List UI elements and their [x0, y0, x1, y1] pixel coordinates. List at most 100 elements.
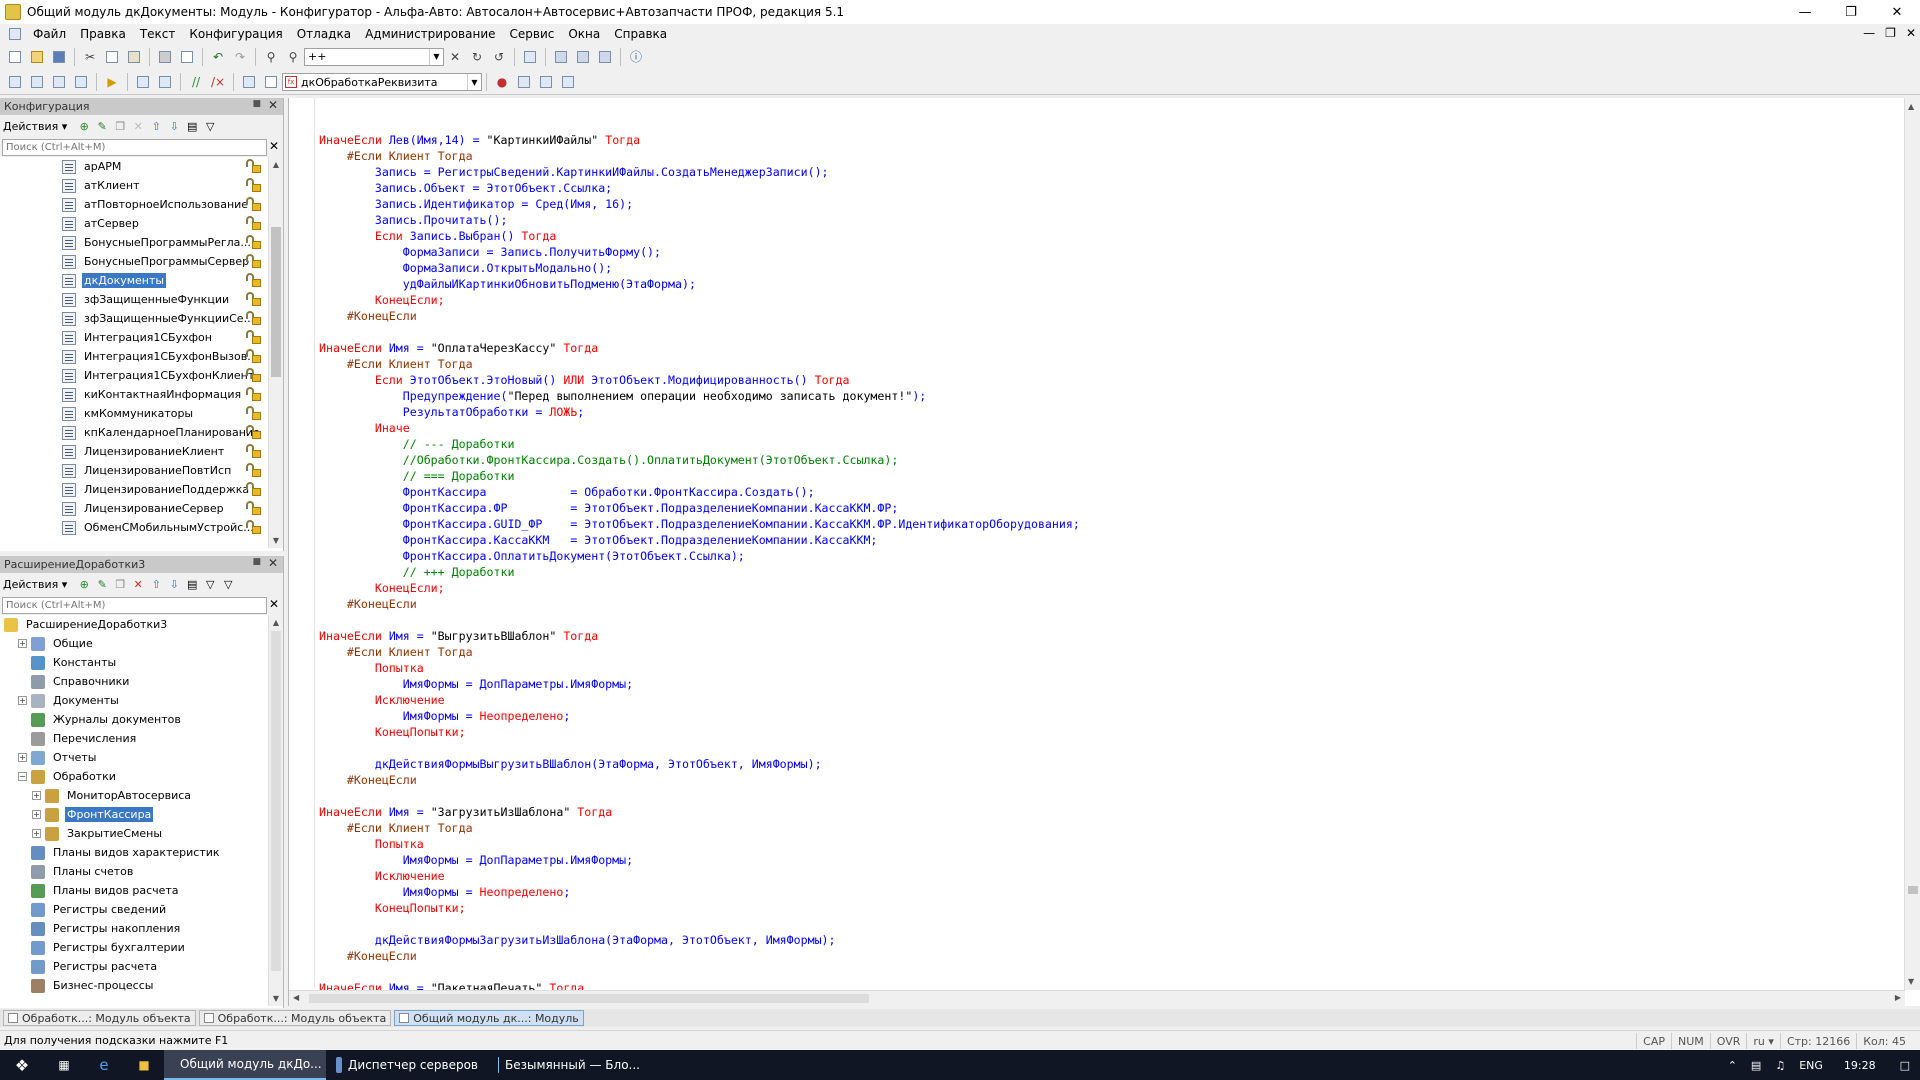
code-line[interactable]: ИначеЕсли Лев(Имя,14) = "КартинкиИФайлы"… — [319, 132, 1080, 148]
add-icon[interactable]: ⊕ — [77, 577, 91, 591]
outdent-icon[interactable] — [156, 73, 174, 91]
code-line[interactable]: #КонецЕсли — [319, 948, 1080, 964]
module-tool4-icon[interactable] — [72, 73, 90, 91]
code-line[interactable]: ИначеЕсли Имя = "ВыгрузитьВШаблон" Тогда — [319, 628, 1080, 644]
scroll-down-icon[interactable]: ▼ — [269, 533, 283, 548]
code-line[interactable]: ИмяФормы = ДопПараметры.ИмяФормы; — [319, 852, 1080, 868]
start-button[interactable]: ❖ — [0, 1050, 44, 1080]
format-icon[interactable] — [240, 73, 258, 91]
cut-icon[interactable]: ✂ — [81, 48, 99, 66]
menu-item[interactable]: Конфигурация — [182, 27, 289, 41]
tree-item[interactable]: БонусныеПрограммыСервер — [0, 252, 283, 271]
save-icon[interactable] — [50, 48, 68, 66]
code-line[interactable]: Исключение — [319, 692, 1080, 708]
code-line[interactable]: ИмяФормы = ДопПараметры.ИмяФормы; — [319, 676, 1080, 692]
tree-item[interactable]: Планы счетов — [0, 862, 283, 881]
edit-icon[interactable]: ✎ — [95, 577, 109, 591]
menu-item[interactable]: Окна — [561, 27, 607, 41]
tree-item[interactable]: ЛицензированиеПовтИсп — [0, 461, 283, 480]
tool2-icon[interactable] — [574, 48, 592, 66]
module-tool1-icon[interactable] — [6, 73, 24, 91]
explorer-button[interactable]: ■ — [124, 1050, 164, 1080]
document-tab[interactable]: Общий модуль дк...: Модуль — [394, 1010, 584, 1026]
move-up-icon[interactable]: ⇧ — [149, 119, 163, 133]
delete-icon[interactable]: ✕ — [131, 119, 145, 133]
tree-item[interactable]: атКлиент — [0, 176, 283, 195]
add-icon[interactable]: ⊕ — [77, 119, 91, 133]
tree-item[interactable]: + Отчеты — [0, 748, 283, 767]
chevron-down-icon[interactable]: ▼ — [467, 74, 481, 90]
editor-gutter[interactable] — [289, 98, 315, 988]
code-line[interactable]: ИначеЕсли Имя = "ЗагрузитьИзШаблона" Тог… — [319, 804, 1080, 820]
expand-icon[interactable]: + — [18, 696, 27, 705]
code-line[interactable]: //Обработки.ФронтКассира.Создать().Оплат… — [319, 452, 1080, 468]
tool3-icon[interactable] — [596, 48, 614, 66]
tree-item[interactable]: БонусныеПрограммыРегла... — [0, 233, 283, 252]
code-line[interactable] — [319, 740, 1080, 756]
help-icon[interactable]: ⓘ — [627, 48, 645, 66]
new-icon[interactable] — [6, 48, 24, 66]
procedure-combo[interactable]: fx дкОбработкаРеквизита ▼ — [282, 73, 482, 91]
code-line[interactable]: #Если Клиент Тогда — [319, 820, 1080, 836]
code-line[interactable]: Если ЭтотОбъект.ЭтоНовый() ИЛИ ЭтотОбъек… — [319, 372, 1080, 388]
tree-item[interactable]: Планы видов расчета — [0, 881, 283, 900]
code-line[interactable]: Предупреждение("Перед выполнением операц… — [319, 388, 1080, 404]
tree-item[interactable]: ЛицензированиеПоддержка — [0, 480, 283, 499]
copy-icon[interactable]: ❐ — [113, 119, 127, 133]
scroll-thumb[interactable] — [271, 631, 281, 971]
search-icon[interactable]: ⚲ — [284, 48, 302, 66]
maximize-button[interactable]: ❐ — [1828, 0, 1874, 24]
tree-item[interactable]: + Документы — [0, 691, 283, 710]
scroll-up-icon[interactable]: ▲ — [1908, 102, 1914, 111]
find-next-icon[interactable]: ↻ — [468, 48, 486, 66]
tray-clock[interactable]: 19:28 — [1830, 1059, 1890, 1072]
document-tab[interactable]: Обработк...: Модуль объекта — [3, 1010, 196, 1026]
code-line[interactable]: Запись.Идентификатор = Сред(Имя, 16); — [319, 196, 1080, 212]
tree-item[interactable]: Планы видов характеристик — [0, 843, 283, 862]
tree-item[interactable]: ЛицензированиеКлиент — [0, 442, 283, 461]
search-combo[interactable]: ++ ▼ — [304, 47, 444, 66]
print-icon[interactable] — [156, 48, 174, 66]
menu-item[interactable]: Правка — [73, 27, 133, 41]
code-line[interactable]: #КонецЕсли — [319, 308, 1080, 324]
delete-icon[interactable]: ✕ — [131, 577, 145, 591]
tree-item[interactable]: атПовторноеИспользование — [0, 195, 283, 214]
tree-item[interactable]: киКонтактнаяИнформация — [0, 385, 283, 404]
expand-icon[interactable]: + — [32, 791, 41, 800]
taskbar-app[interactable]: Диспетчер серверов — [326, 1050, 488, 1080]
windows-icon[interactable] — [521, 48, 539, 66]
language-indicator[interactable]: ru ▾ — [1746, 1033, 1780, 1049]
scroll-up-icon[interactable]: ▲ — [269, 615, 283, 630]
tree-item[interactable]: Константы — [0, 653, 283, 672]
tree-item[interactable]: Регистры расчета — [0, 957, 283, 976]
chevron-down-icon[interactable]: ▼ — [429, 48, 443, 65]
filter-icon[interactable]: ▽ — [203, 119, 217, 133]
code-line[interactable]: // --- Доработки — [319, 436, 1080, 452]
tree-item[interactable]: кмКоммуникаторы — [0, 404, 283, 423]
move-down-icon[interactable]: ⇩ — [167, 119, 181, 133]
code-line[interactable] — [319, 788, 1080, 804]
expand-icon[interactable]: + — [18, 753, 27, 762]
tree-item[interactable]: + ЗакрытиеСмены — [0, 824, 283, 843]
tree-item[interactable]: зфЗащищенныеФункции — [0, 290, 283, 309]
paste-icon[interactable] — [125, 48, 143, 66]
network-icon[interactable]: ▤ — [1744, 1059, 1768, 1072]
scroll-thumb[interactable] — [1908, 886, 1918, 894]
configuration-scrollbar[interactable]: ▲ ▼ — [268, 157, 283, 548]
edit-icon[interactable]: ✎ — [95, 119, 109, 133]
run-icon[interactable]: ▶ — [103, 73, 121, 91]
configuration-search-input[interactable] — [2, 138, 267, 156]
doc-menu-icon[interactable] — [6, 25, 24, 43]
extension-scrollbar[interactable]: ▲ ▼ — [268, 615, 283, 1006]
code-line[interactable]: ФронтКассира.ОплатитьДокумент(ЭтотОбъект… — [319, 548, 1080, 564]
code-line[interactable]: удФайлыИКартинкиОбновитьПодменю(ЭтаФорма… — [319, 276, 1080, 292]
scroll-down-icon[interactable]: ▼ — [1908, 977, 1914, 986]
code-line[interactable]: Запись.Объект = ЭтотОбъект.Ссылка; — [319, 180, 1080, 196]
code-line[interactable]: КонецПопытки; — [319, 724, 1080, 740]
code-line[interactable]: дкДействияФормыВыгрузитьВШаблон(ЭтаФорма… — [319, 756, 1080, 772]
expand-icon[interactable]: + — [32, 810, 41, 819]
tree-item[interactable]: + ФронтКассира — [0, 805, 283, 824]
actions-menu[interactable]: Действия ▾ — [3, 578, 67, 591]
indent-icon[interactable] — [134, 73, 152, 91]
code-line[interactable]: Запись.Прочитать(); — [319, 212, 1080, 228]
